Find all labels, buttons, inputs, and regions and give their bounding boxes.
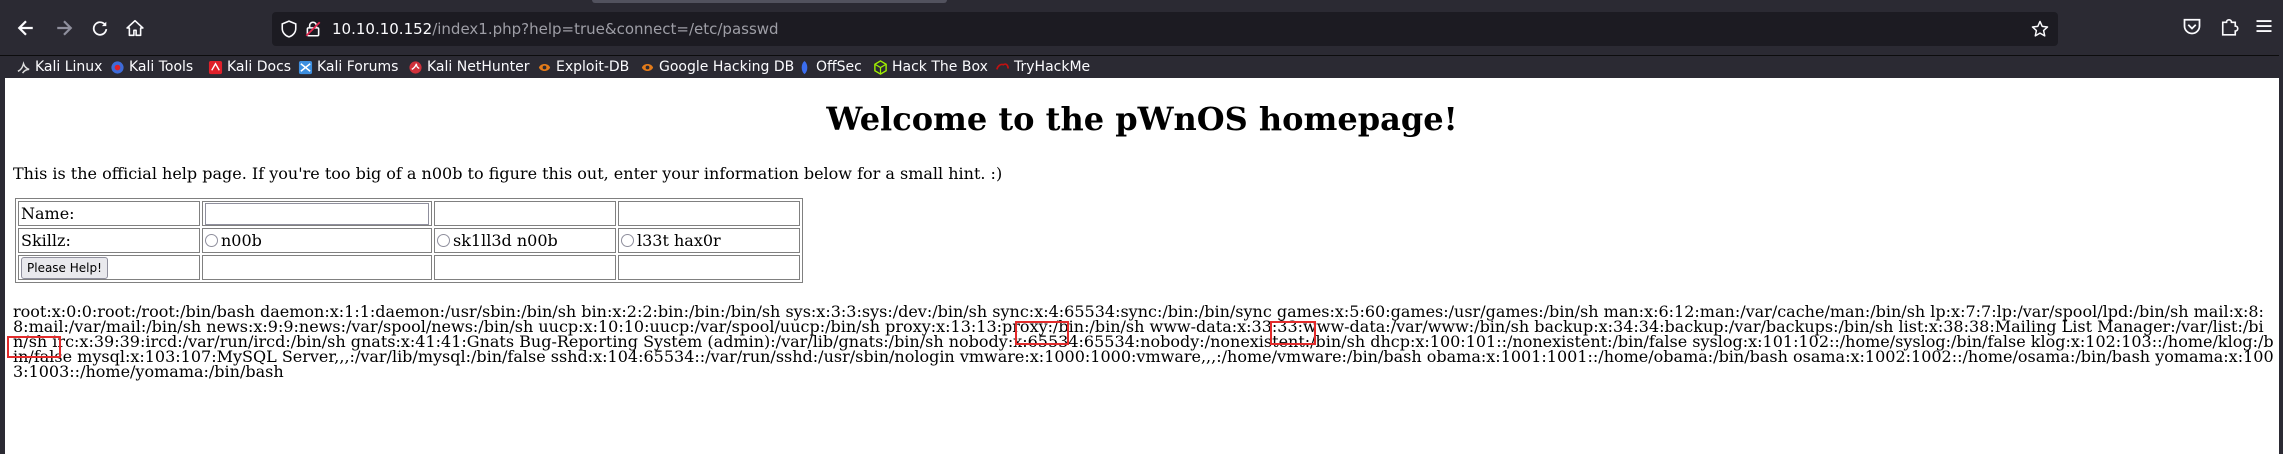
submit-cell: Please Help! — [18, 255, 200, 280]
empty-cell — [202, 255, 432, 280]
url-bar[interactable]: 10.10.10.152/index1.php?help=true&connec… — [272, 12, 2058, 46]
kali-tools-icon — [110, 60, 125, 75]
url-host: 10.10.10.152 — [332, 20, 433, 38]
radio-sk1ll3d-n00b[interactable] — [437, 234, 450, 247]
bookmark-kali-docs[interactable]: Kali Docs — [208, 56, 291, 78]
bookmark-google-hacking-db[interactable]: Google Hacking DB — [640, 56, 794, 78]
empty-cell — [618, 255, 800, 280]
name-input[interactable] — [205, 202, 429, 225]
page-title: Welcome to the pWnOS homepage! — [826, 100, 1458, 138]
please-help-button[interactable]: Please Help! — [21, 256, 108, 279]
extensions-button[interactable] — [2219, 16, 2241, 38]
bookmark-tryhackme[interactable]: TryHackMe — [995, 56, 1090, 78]
ghdb-icon — [640, 60, 655, 75]
passwd-output: root:x:0:0:root:/root:/bin/bash daemon:x… — [13, 302, 2274, 381]
radio-n00b[interactable] — [205, 234, 218, 247]
url-text[interactable]: 10.10.10.152/index1.php?help=true&connec… — [332, 20, 779, 38]
empty-cell — [618, 201, 800, 226]
menu-button[interactable] — [2254, 16, 2276, 38]
home-icon — [126, 19, 144, 37]
highlight-box-osama — [1270, 321, 1316, 345]
browser-toolbar: 10.10.10.152/index1.php?help=true&connec… — [0, 0, 2283, 56]
radio-l33t-hax0r[interactable] — [621, 234, 634, 247]
tab-strip-edge — [592, 0, 947, 3]
help-form: Name: Skillz: n00b sk1ll3d n00b l33t hax… — [15, 198, 803, 283]
bookmark-offsec[interactable]: OffSec — [797, 56, 862, 78]
pocket-button[interactable] — [2182, 16, 2204, 38]
name-cell — [202, 201, 432, 226]
bookmark-hack-the-box[interactable]: Hack The Box — [873, 56, 988, 78]
highlight-box-yomama — [7, 336, 61, 358]
bookmark-star-icon[interactable] — [2031, 20, 2049, 38]
kali-dragon-icon — [16, 60, 31, 75]
insecure-lock-icon[interactable] — [304, 20, 322, 38]
kali-docs-icon — [208, 60, 223, 75]
home-button[interactable] — [121, 14, 149, 42]
nethunter-icon — [408, 60, 423, 75]
option-label: n00b — [221, 231, 262, 250]
puzzle-icon — [2221, 18, 2239, 36]
option-sk1ll3d-n00b[interactable]: sk1ll3d n00b — [434, 228, 616, 253]
arrow-left-icon — [17, 20, 33, 36]
intro-text: This is the official help page. If you'r… — [13, 164, 1003, 183]
window-right-edge — [2279, 0, 2283, 454]
skillz-label: Skillz: — [18, 228, 200, 253]
highlight-box-obama — [1015, 321, 1069, 345]
option-l33t-hax0r[interactable]: l33t hax0r — [618, 228, 800, 253]
empty-cell — [434, 255, 616, 280]
url-path: /index1.php?help=true&connect=/etc/passw… — [432, 20, 779, 38]
bookmark-kali-tools[interactable]: Kali Tools — [110, 56, 193, 78]
offsec-icon — [797, 60, 812, 75]
option-n00b[interactable]: n00b — [202, 228, 432, 253]
htb-cube-icon — [873, 59, 888, 75]
name-label: Name: — [18, 201, 200, 226]
forward-button[interactable] — [50, 14, 78, 42]
bookmark-exploit-db[interactable]: Exploit-DB — [537, 56, 629, 78]
option-label: sk1ll3d n00b — [453, 231, 558, 250]
bookmark-kali-nethunter[interactable]: Kali NetHunter — [408, 56, 529, 78]
arrow-right-icon — [57, 20, 73, 36]
pocket-icon — [2183, 18, 2201, 35]
bookmark-kali-forums[interactable]: Kali Forums — [298, 56, 398, 78]
web-page: Welcome to the pWnOS homepage! This is t… — [5, 78, 2279, 454]
option-label: l33t hax0r — [637, 231, 721, 250]
empty-cell — [434, 201, 616, 226]
exploit-db-icon — [537, 60, 552, 75]
kali-forums-icon — [298, 60, 313, 75]
reload-button[interactable] — [86, 14, 114, 42]
bookmarks-toolbar: Kali Linux Kali Tools Kali Docs Kali For… — [0, 56, 2283, 78]
shield-icon[interactable] — [280, 20, 298, 38]
hamburger-menu-icon — [2256, 20, 2272, 32]
reload-icon — [92, 21, 108, 36]
back-button[interactable] — [12, 14, 40, 42]
bookmark-kali-linux[interactable]: Kali Linux — [16, 56, 102, 78]
tryhackme-icon — [995, 60, 1010, 75]
